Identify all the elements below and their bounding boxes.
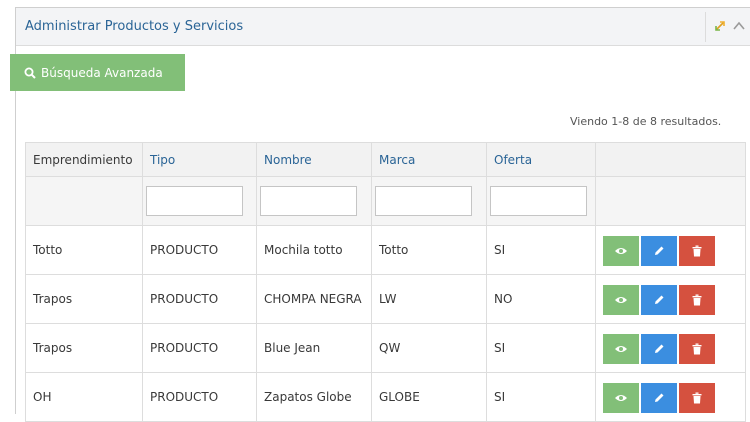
filter-marca-input[interactable]	[375, 186, 472, 216]
view-button[interactable]	[603, 334, 639, 364]
cell-emprendimiento: Trapos	[25, 323, 143, 373]
cell-emprendimiento: Totto	[25, 225, 143, 275]
cell-nombre: Blue Jean	[256, 323, 372, 373]
table-row: Totto PRODUCTO Mochila totto Totto SI	[25, 225, 746, 275]
pencil-icon	[655, 246, 664, 255]
filter-cell-actions	[595, 176, 746, 226]
filter-nombre-input[interactable]	[260, 186, 357, 216]
filter-cell-empty	[25, 176, 143, 226]
results-summary: Viendo 1-8 de 8 resultados.	[570, 115, 722, 128]
delete-button[interactable]	[679, 236, 715, 266]
cell-oferta: SI	[486, 323, 596, 373]
cell-marca: GLOBE	[371, 372, 487, 422]
cell-actions	[595, 274, 746, 324]
cell-oferta: NO	[486, 274, 596, 324]
trash-icon	[692, 392, 702, 404]
trash-icon	[692, 245, 702, 257]
eye-icon	[615, 346, 627, 352]
cell-actions	[595, 225, 746, 275]
filter-tipo-input[interactable]	[146, 186, 243, 216]
trash-icon	[692, 343, 702, 355]
table-row: Trapos PRODUCTO Blue Jean QW SI	[25, 323, 746, 373]
cell-tipo: PRODUCTO	[142, 323, 257, 373]
filter-cell-oferta	[486, 176, 596, 226]
chevron-up-icon[interactable]	[732, 19, 746, 33]
cell-actions	[595, 372, 746, 422]
search-icon	[24, 67, 36, 79]
eye-icon	[615, 248, 627, 254]
cell-nombre: Mochila totto	[256, 225, 372, 275]
view-button[interactable]	[603, 383, 639, 413]
view-button[interactable]	[603, 236, 639, 266]
pencil-icon	[655, 295, 664, 304]
column-header-tipo[interactable]: Tipo	[142, 142, 257, 177]
panel-header: Administrar Productos y Servicios	[16, 8, 750, 46]
filter-oferta-input[interactable]	[490, 186, 587, 216]
cell-nombre: CHOMPA NEGRA	[256, 274, 372, 324]
advanced-search-button[interactable]: Búsqueda Avanzada	[10, 54, 185, 91]
table-body: Totto PRODUCTO Mochila totto Totto SI Tr…	[25, 225, 746, 422]
cell-emprendimiento: OH	[25, 372, 143, 422]
edit-button[interactable]	[641, 334, 677, 364]
cell-marca: QW	[371, 323, 487, 373]
cell-actions	[595, 323, 746, 373]
header-row: Emprendimiento Tipo Nombre Marca Oferta	[25, 142, 746, 177]
edit-button[interactable]	[641, 285, 677, 315]
eye-icon	[615, 395, 627, 401]
pencil-icon	[655, 344, 664, 353]
header-divider	[705, 12, 706, 42]
filter-cell-marca	[371, 176, 487, 226]
filter-cell-tipo	[142, 176, 257, 226]
cell-marca: LW	[371, 274, 487, 324]
column-header-nombre[interactable]: Nombre	[256, 142, 372, 177]
cell-tipo: PRODUCTO	[142, 274, 257, 324]
column-header-actions	[595, 142, 746, 177]
delete-button[interactable]	[679, 285, 715, 315]
trash-icon	[692, 294, 702, 306]
eye-icon	[615, 297, 627, 303]
edit-button[interactable]	[641, 236, 677, 266]
delete-button[interactable]	[679, 383, 715, 413]
cell-oferta: SI	[486, 225, 596, 275]
cell-marca: Totto	[371, 225, 487, 275]
cell-nombre: Zapatos Globe	[256, 372, 372, 422]
expand-icon[interactable]	[713, 19, 727, 33]
panel-title: Administrar Productos y Servicios	[25, 19, 244, 34]
cell-emprendimiento: Trapos	[25, 274, 143, 324]
delete-button[interactable]	[679, 334, 715, 364]
column-header-oferta[interactable]: Oferta	[486, 142, 596, 177]
table-row: OH PRODUCTO Zapatos Globe GLOBE SI	[25, 372, 746, 422]
pencil-icon	[655, 393, 664, 402]
cell-tipo: PRODUCTO	[142, 372, 257, 422]
products-table: Emprendimiento Tipo Nombre Marca Oferta …	[25, 142, 746, 422]
table-row: Trapos PRODUCTO CHOMPA NEGRA LW NO	[25, 274, 746, 324]
advanced-search-label: Búsqueda Avanzada	[41, 65, 163, 80]
cell-oferta: SI	[486, 372, 596, 422]
column-header-marca[interactable]: Marca	[371, 142, 487, 177]
edit-button[interactable]	[641, 383, 677, 413]
view-button[interactable]	[603, 285, 639, 315]
cell-tipo: PRODUCTO	[142, 225, 257, 275]
filter-row	[25, 176, 746, 226]
column-header-emprendimiento: Emprendimiento	[25, 142, 143, 177]
filter-cell-nombre	[256, 176, 372, 226]
